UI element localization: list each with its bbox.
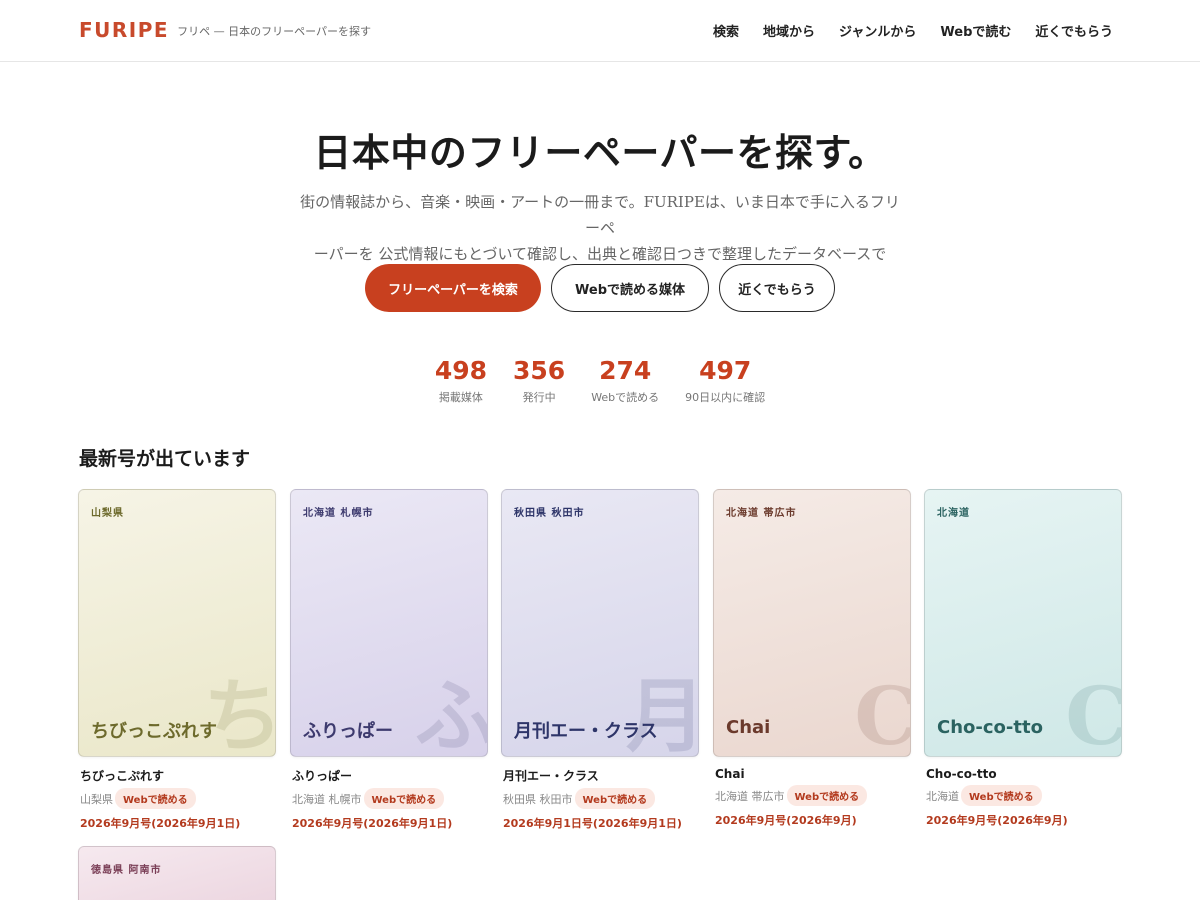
stat-value: 498 (434, 356, 487, 385)
cover-decor-glyph: 月 (626, 669, 699, 757)
magazine-card[interactable]: 秋田県 秋田市 月 月刊エー・クラス 月刊エー・クラス 秋田県 秋田市 Webで… (501, 489, 699, 831)
site-logo[interactable]: FURIPE (79, 18, 169, 42)
cover-region-tag: 秋田県 秋田市 (514, 508, 585, 519)
stat-value: 356 (513, 356, 566, 385)
cover-decor-glyph: C (1065, 676, 1121, 756)
cover-title: Chai (726, 717, 771, 738)
magazine-card[interactable]: 徳島県 阿南市 (78, 846, 276, 900)
web-readable-badge[interactable]: Webで読める (363, 788, 445, 809)
hero-description-line-1: 街の情報誌から、音楽・映画・アートの一冊まで。FURIPEは、いま日本で手に入る… (300, 193, 900, 237)
magazine-card[interactable]: 北海道 C Cho-co-tto Cho-co-tto 北海道 Webで読める … (924, 489, 1122, 828)
get-nearby-button[interactable]: 近くでもらう (719, 264, 835, 312)
cover-title: Cho-co-tto (937, 717, 1043, 738)
stat-label: 90日以内に確認 (685, 391, 766, 404)
magazine-issue: 2026年9月号(2026年9月) (715, 814, 857, 827)
magazine-issue: 2026年9月号(2026年9月1日) (80, 817, 241, 830)
stats: 498 掲載媒体 356 発行中 274 Webで読める 497 90日以内に確… (0, 355, 1200, 405)
magazine-card[interactable]: 北海道 帯広市 C Chai Chai 北海道 帯広市 Webで読める 2026… (713, 489, 911, 828)
site-tagline: フリペ — 日本のフリーペーパーを探す (177, 25, 371, 38)
web-readable-badge[interactable]: Webで読める (574, 788, 656, 809)
nav-get-nearby[interactable]: 近くでもらう (1035, 21, 1113, 40)
magazine-name[interactable]: Chai (715, 767, 911, 781)
magazine-meta: 秋田県 秋田市 Webで読める (503, 788, 699, 809)
cover-region-tag: 山梨県 (91, 508, 124, 519)
cover-region-tag: 徳島県 阿南市 (91, 865, 162, 876)
magazine-card[interactable]: 山梨県 ち ちびっこぷれす ちびっこぷれす 山梨県 Webで読める 2026年9… (78, 489, 276, 831)
stat-publishing: 356 発行中 (513, 355, 565, 405)
magazine-name[interactable]: Cho-co-tto (926, 767, 1122, 781)
main-nav: 検索 地域から ジャンルから Webで読む 近くでもらう (713, 21, 1113, 40)
magazine-meta: 北海道 Webで読める (926, 785, 1122, 806)
web-readable-badge[interactable]: Webで読める (786, 785, 868, 806)
stat-listed: 498 掲載媒体 (435, 355, 487, 405)
magazine-cover[interactable]: 北海道 C Cho-co-tto (924, 489, 1122, 757)
stat-verified-90-days: 497 90日以内に確認 (685, 355, 765, 405)
cover-decor-glyph: ち (203, 669, 276, 757)
cover-region-tag: 北海道 札幌市 (303, 508, 374, 519)
cover-decor-glyph: C (854, 676, 910, 756)
magazine-region: 北海道 (926, 789, 959, 803)
magazine-name[interactable]: ふりっぱー (292, 767, 488, 784)
nav-by-region[interactable]: 地域から (763, 21, 815, 40)
site-header: FURIPE フリペ — 日本のフリーペーパーを探す 検索 地域から ジャンルか… (0, 0, 1200, 62)
magazine-cover[interactable]: 山梨県 ち ちびっこぷれす (78, 489, 276, 757)
magazine-cover[interactable]: 徳島県 阿南市 (78, 846, 276, 900)
hero-title: 日本中のフリーペーパーを探す。 (313, 130, 887, 175)
stat-value: 274 (599, 356, 652, 385)
cover-title: ふりっぱー (303, 721, 393, 742)
magazine-meta: 山梨県 Webで読める (80, 788, 276, 809)
magazine-card[interactable]: 北海道 札幌市 ふ ふりっぱー ふりっぱー 北海道 札幌市 Webで読める 20… (290, 489, 488, 831)
search-freepaper-button[interactable]: フリーペーパーを検索 (365, 264, 541, 312)
magazine-name[interactable]: ちびっこぷれす (80, 767, 276, 784)
magazine-cover[interactable]: 秋田県 秋田市 月 月刊エー・クラス (501, 489, 699, 757)
stat-label: 掲載媒体 (438, 391, 483, 404)
magazine-issue: 2026年9月号(2026年9月1日) (292, 817, 453, 830)
magazine-issue: 2026年9月号(2026年9月) (926, 814, 1068, 827)
magazine-meta: 北海道 帯広市 Webで読める (715, 785, 911, 806)
magazine-region: 北海道 帯広市 (715, 789, 785, 803)
stat-label: 発行中 (522, 391, 556, 404)
magazine-region: 北海道 札幌市 (292, 792, 362, 806)
stat-web-readable: 274 Webで読める (591, 355, 659, 405)
magazine-region: 秋田県 秋田市 (503, 792, 573, 806)
cover-region-tag: 北海道 (937, 508, 970, 519)
latest-issues-title: 最新号が出ています (79, 448, 251, 470)
nav-by-genre[interactable]: ジャンルから (839, 21, 916, 40)
web-readable-badge[interactable]: Webで読める (961, 785, 1042, 806)
magazine-meta: 北海道 札幌市 Webで読める (292, 788, 488, 809)
magazine-name[interactable]: 月刊エー・クラス (503, 767, 699, 784)
nav-search[interactable]: 検索 (713, 21, 739, 40)
stat-label: Webで読める (591, 391, 660, 404)
brand[interactable]: FURIPE フリペ — 日本のフリーペーパーを探す (79, 18, 371, 42)
magazine-region: 山梨県 (80, 792, 113, 806)
stat-value: 497 (699, 356, 752, 385)
web-readable-badge[interactable]: Webで読める (115, 788, 196, 809)
magazine-issue: 2026年9月1日号(2026年9月1日) (503, 817, 682, 830)
cover-decor-glyph: ふ (415, 669, 488, 757)
cover-title: 月刊エー・クラス (514, 721, 658, 742)
cover-region-tag: 北海道 帯広市 (726, 508, 797, 519)
magazine-cover[interactable]: 北海道 帯広市 C Chai (713, 489, 911, 757)
magazine-cover[interactable]: 北海道 札幌市 ふ ふりっぱー (290, 489, 488, 757)
nav-read-web[interactable]: Webで読む (940, 21, 1011, 40)
web-readable-button[interactable]: Webで読める媒体 (551, 264, 709, 312)
hero-actions: フリーペーパーを検索 Webで読める媒体 近くでもらう (0, 264, 1200, 312)
cover-title: ちびっこぷれす (91, 721, 217, 742)
